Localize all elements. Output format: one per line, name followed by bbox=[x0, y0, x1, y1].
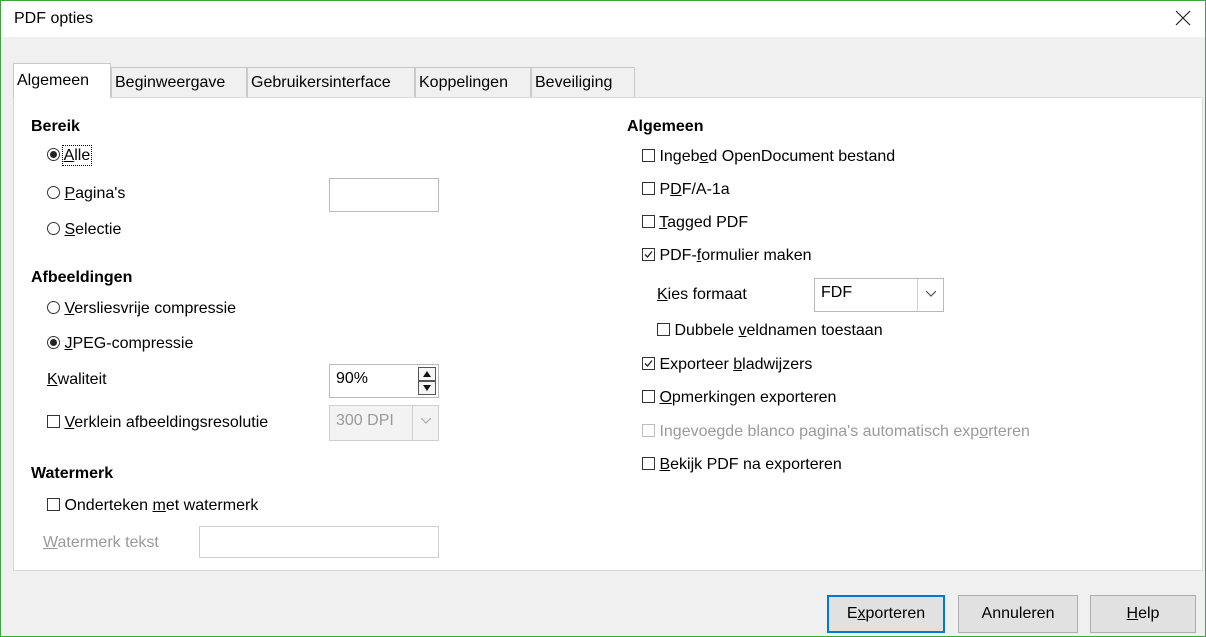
tab-label: Gebruikersinterface bbox=[251, 74, 391, 91]
checkbox bbox=[642, 215, 655, 228]
range-section-title: Bereik bbox=[31, 118, 80, 135]
checkbox bbox=[642, 357, 655, 370]
tab-label: Algemeen bbox=[17, 72, 90, 89]
range-pages-radio[interactable]: Pagina's bbox=[47, 185, 125, 203]
watermark-text-label: Watermerk tekst bbox=[43, 534, 159, 551]
tab-beveiliging[interactable]: Beveiliging bbox=[531, 67, 635, 97]
view-pdf-after-export-checkbox[interactable]: Bekijk PDF na exporteren bbox=[642, 456, 842, 474]
spin-up-button[interactable] bbox=[418, 367, 436, 381]
reduce-resolution-checkbox[interactable]: Verklein afbeeldingsresolutie bbox=[47, 414, 268, 432]
checkbox bbox=[642, 390, 655, 403]
radio-button bbox=[47, 336, 60, 349]
tab-label: Beveiliging bbox=[535, 74, 613, 91]
range-selection-radio[interactable]: Selectie bbox=[47, 221, 121, 239]
checkmark-icon bbox=[644, 360, 653, 367]
format-label: Kies formaat bbox=[657, 286, 747, 303]
quality-label: Kwaliteit bbox=[47, 371, 107, 388]
checkbox bbox=[47, 498, 60, 511]
cancel-button[interactable]: Annuleren bbox=[958, 595, 1078, 633]
checkbox bbox=[642, 457, 655, 470]
radio-label: Alle bbox=[61, 145, 93, 166]
checkbox-label: Ingevoegde blanco pagina's automatisch e… bbox=[659, 423, 1030, 440]
checkbox bbox=[47, 415, 60, 428]
spin-up-icon bbox=[423, 371, 431, 377]
pdfa-checkbox[interactable]: PDF/A-1a bbox=[642, 181, 730, 199]
tagged-pdf-checkbox[interactable]: Tagged PDF bbox=[642, 214, 748, 232]
resolution-value: 300 DPI bbox=[336, 412, 394, 429]
checkbox bbox=[642, 248, 655, 261]
radio-label: JPEG-compressie bbox=[64, 335, 194, 352]
general-section-title: Algemeen bbox=[627, 118, 704, 135]
tab-gebruikersinterface[interactable]: Gebruikersinterface bbox=[247, 67, 415, 97]
radio-button bbox=[47, 222, 60, 235]
help-button[interactable]: Help bbox=[1090, 595, 1196, 633]
radio-button bbox=[47, 301, 60, 314]
radio-label: Versliesvrije compressie bbox=[64, 300, 237, 317]
checkbox-label: Dubbele veldnamen toestaan bbox=[674, 322, 883, 339]
create-pdf-form-checkbox[interactable]: PDF-formulier maken bbox=[642, 247, 812, 265]
tab-beginweergave[interactable]: Beginweergave bbox=[111, 67, 247, 97]
checkmark-icon bbox=[644, 251, 653, 258]
checkbox bbox=[657, 323, 670, 336]
checkbox-label: Opmerkingen exporteren bbox=[659, 389, 837, 406]
checkbox bbox=[642, 149, 655, 162]
radio-button bbox=[47, 186, 60, 199]
checkbox-label: Verklein afbeeldingsresolutie bbox=[64, 414, 269, 431]
radio-button bbox=[47, 148, 60, 161]
chevron-down-icon bbox=[926, 291, 936, 297]
radio-label: Selectie bbox=[64, 221, 122, 238]
spin-down-button[interactable] bbox=[418, 381, 436, 395]
checkbox-label: PDF-formulier maken bbox=[659, 247, 812, 264]
spin-down-icon bbox=[423, 385, 431, 391]
embed-odf-checkbox[interactable]: Ingebed OpenDocument bestand bbox=[642, 148, 895, 166]
export-button[interactable]: Exporteren bbox=[827, 595, 945, 633]
export-bookmarks-checkbox[interactable]: Exporteer bladwijzers bbox=[642, 356, 812, 374]
radio-label: Pagina's bbox=[64, 185, 126, 202]
format-value: FDF bbox=[821, 284, 853, 301]
checkbox bbox=[642, 182, 655, 195]
tab-koppelingen[interactable]: Koppelingen bbox=[415, 67, 531, 97]
dialog-title: PDF opties bbox=[14, 10, 94, 27]
export-comments-checkbox[interactable]: Opmerkingen exporteren bbox=[642, 389, 836, 407]
checkbox bbox=[642, 424, 655, 437]
chevron-down-icon bbox=[421, 418, 431, 424]
resolution-select[interactable]: 300 DPI bbox=[329, 405, 439, 441]
close-button[interactable] bbox=[1161, 1, 1205, 37]
tab-algemeen[interactable]: Algemeen bbox=[13, 63, 111, 98]
checkbox-label: Bekijk PDF na exporteren bbox=[659, 456, 842, 473]
pdf-options-dialog: PDF opties Algemeen Beginweergave Gebrui… bbox=[0, 0, 1206, 637]
quality-value: 90% bbox=[336, 370, 369, 387]
export-blank-pages-checkbox[interactable]: Ingevoegde blanco pagina's automatisch e… bbox=[642, 423, 1030, 441]
format-dropdown-button[interactable] bbox=[917, 279, 943, 311]
format-select[interactable]: FDF bbox=[814, 278, 944, 312]
watermark-text-input[interactable] bbox=[199, 526, 439, 558]
allow-duplicate-fieldnames-checkbox[interactable]: Dubbele veldnamen toestaan bbox=[657, 322, 883, 340]
checkbox-label: PDF/A-1a bbox=[659, 181, 730, 198]
pages-input[interactable] bbox=[329, 178, 439, 212]
watermark-section-title: Watermerk bbox=[31, 465, 114, 482]
checkbox-label: Exporteer bladwijzers bbox=[659, 356, 813, 373]
jpeg-compression-radio[interactable]: JPEG-compressie bbox=[47, 335, 193, 353]
lossless-compression-radio[interactable]: Versliesvrije compressie bbox=[47, 300, 236, 318]
checkbox-label: Onderteken met watermerk bbox=[64, 497, 259, 514]
title-bar: PDF opties bbox=[1, 1, 1205, 37]
quality-spinbox[interactable]: 90% bbox=[329, 364, 439, 398]
images-section-title: Afbeeldingen bbox=[31, 269, 133, 286]
resolution-dropdown-button[interactable] bbox=[412, 406, 438, 440]
tab-label: Koppelingen bbox=[419, 74, 508, 91]
close-icon bbox=[1175, 10, 1191, 26]
sign-watermark-checkbox[interactable]: Onderteken met watermerk bbox=[47, 497, 258, 515]
checkbox-label: Tagged PDF bbox=[659, 214, 749, 231]
checkbox-label: Ingebed OpenDocument bestand bbox=[659, 148, 896, 165]
tab-label: Beginweergave bbox=[115, 74, 226, 91]
range-all-radio[interactable]: Alle bbox=[47, 145, 93, 166]
